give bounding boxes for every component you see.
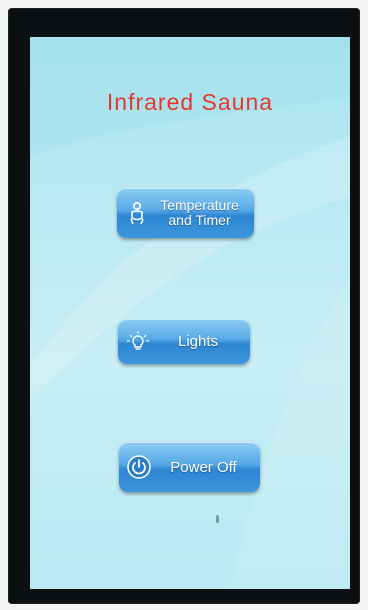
person-sitting-icon — [125, 201, 149, 225]
power-off-button[interactable]: Power Off — [119, 442, 260, 492]
temperature-and-timer-button[interactable]: Temperature and Timer — [117, 188, 254, 238]
screen-title: Infrared Sauna — [106, 89, 274, 115]
temperature-and-timer-label: Temperature and Timer — [149, 198, 254, 228]
background-swoosh — [30, 37, 350, 589]
power-off-label: Power Off — [170, 458, 237, 476]
touch-screen: Infrared Sauna Temperature and Timer Lig… — [30, 37, 350, 589]
lights-button[interactable]: Lights — [118, 319, 250, 364]
temperature-label-line2: and Timer — [168, 212, 231, 228]
light-bulb-icon — [126, 330, 150, 354]
screen-mark — [216, 515, 219, 523]
power-icon — [127, 455, 151, 479]
temperature-label-line1: Temperature — [160, 197, 239, 213]
lights-label: Lights — [177, 333, 219, 350]
